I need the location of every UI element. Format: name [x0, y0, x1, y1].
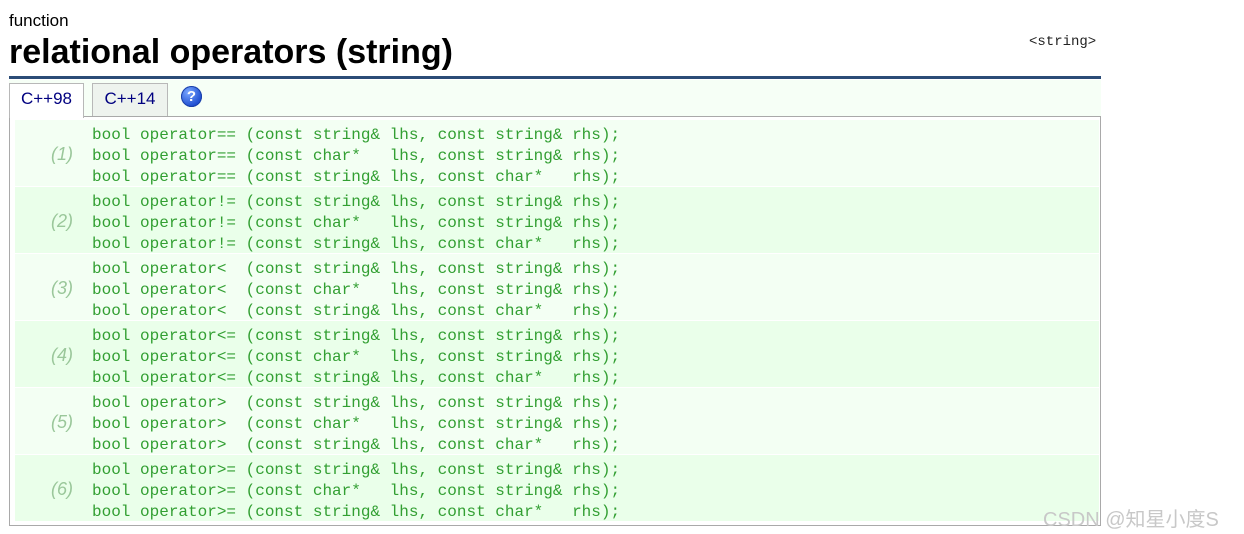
code-line: bool operator< (const string& lhs, const… [92, 260, 621, 278]
tab-cpp98[interactable]: C++98 [9, 83, 84, 118]
overload-number: (2) [51, 211, 73, 231]
watermark-text: CSDN @知星小度S [1043, 509, 1219, 531]
overload-group-2: (2) bool operator!= (const string& lhs, … [15, 187, 1099, 253]
code-line: bool operator<= (const string& lhs, cons… [92, 369, 621, 387]
code-line: bool operator!= (const string& lhs, cons… [92, 235, 621, 253]
overload-number: (5) [51, 412, 73, 432]
code-line: bool operator== (const string& lhs, cons… [92, 126, 621, 144]
code-line: bool operator<= (const string& lhs, cons… [92, 327, 621, 345]
overload-group-3: (3) bool operator< (const string& lhs, c… [15, 254, 1099, 320]
prototype-panel: (1) bool operator== (const string& lhs, … [9, 116, 1101, 526]
code-line: bool operator== (const char* lhs, const … [92, 147, 621, 165]
overload-group-6: (6) bool operator>= (const string& lhs, … [15, 455, 1099, 521]
help-icon[interactable]: ? [181, 86, 202, 107]
code-line: bool operator>= (const string& lhs, cons… [92, 503, 621, 521]
code-line: bool operator!= (const char* lhs, const … [92, 214, 621, 232]
code-line: bool operator< (const char* lhs, const s… [92, 281, 621, 299]
code-line: bool operator== (const string& lhs, cons… [92, 168, 621, 186]
overload-group-1: (1) bool operator== (const string& lhs, … [15, 120, 1099, 186]
header-link[interactable]: <string> [1029, 34, 1096, 50]
code-line: bool operator> (const char* lhs, const s… [92, 415, 621, 433]
code-line: bool operator< (const string& lhs, const… [92, 302, 621, 320]
page-title: relational operators (string) [9, 33, 453, 71]
tab-cpp14[interactable]: C++14 [92, 83, 168, 116]
code-line: bool operator>= (const char* lhs, const … [92, 482, 621, 500]
overload-number: (6) [51, 479, 73, 499]
version-tabs: C++98 C++14 ? [9, 80, 1101, 118]
code-line: bool operator> (const string& lhs, const… [92, 394, 621, 412]
title-divider [9, 76, 1101, 79]
overload-group-5: (5) bool operator> (const string& lhs, c… [15, 388, 1099, 454]
page-kind: function [9, 11, 69, 30]
overload-number: (4) [51, 345, 73, 365]
code-line: bool operator<= (const char* lhs, const … [92, 348, 621, 366]
overload-number: (1) [51, 144, 73, 164]
code-line: bool operator>= (const string& lhs, cons… [92, 461, 621, 479]
overload-group-4: (4) bool operator<= (const string& lhs, … [15, 321, 1099, 387]
overload-number: (3) [51, 278, 73, 298]
code-line: bool operator!= (const string& lhs, cons… [92, 193, 621, 211]
code-line: bool operator> (const string& lhs, const… [92, 436, 621, 454]
